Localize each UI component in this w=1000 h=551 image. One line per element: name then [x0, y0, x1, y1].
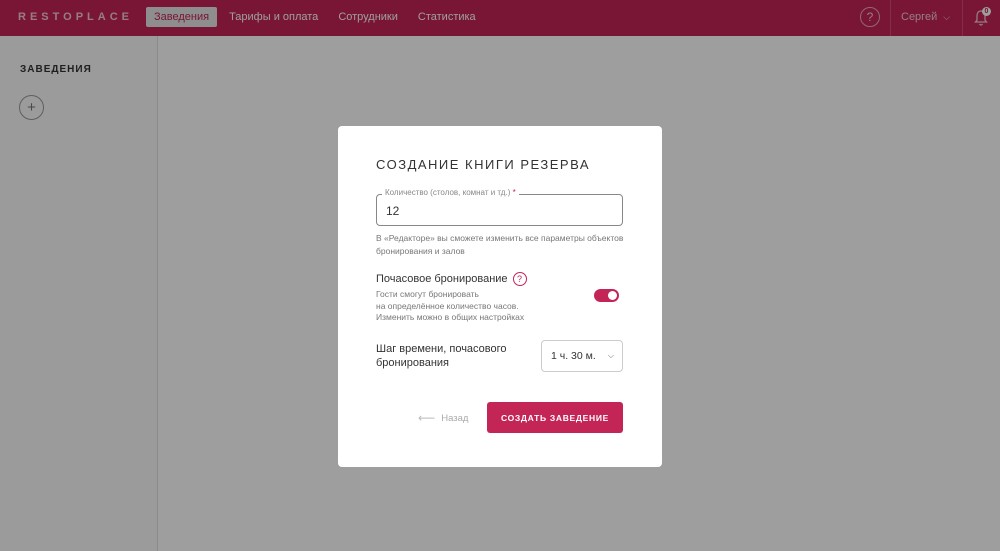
time-step-label: Шаг времени, почасового бронирования	[376, 343, 507, 369]
modal-title: СОЗДАНИЕ КНИГИ РЕЗЕРВА	[376, 157, 591, 172]
arrow-left-icon: ⟵	[418, 411, 436, 425]
required-mark: *	[512, 188, 516, 197]
description-line: Гости смогут бронировать	[376, 289, 479, 299]
time-step-select[interactable]: 1 ч. 30 м. ⌵	[541, 340, 623, 372]
quantity-field-label: Количество (столов, комнат и тд.) *	[382, 188, 519, 197]
create-venue-button[interactable]: СОЗДАТЬ ЗАВЕДЕНИЕ	[487, 402, 623, 433]
hourly-booking-label: Почасовое бронирование	[376, 273, 508, 285]
time-step-value: 1 ч. 30 м.	[551, 350, 596, 362]
back-label: Назад	[441, 412, 469, 424]
description-line: на определённое количество часов.	[376, 300, 519, 311]
hourly-booking-description: Гости смогут бронировать на определённое…	[376, 289, 576, 324]
description-line: Изменить можно в общих настройках	[376, 312, 525, 322]
chevron-down-icon: ⌵	[607, 351, 614, 360]
hourly-booking-toggle[interactable]	[594, 289, 619, 302]
quantity-field[interactable]: Количество (столов, комнат и тд.) *	[376, 188, 623, 226]
quantity-hint: В «Редакторе» вы сможете изменить все па…	[376, 233, 624, 256]
create-book-modal: СОЗДАНИЕ КНИГИ РЕЗЕРВА Количество (столо…	[338, 126, 662, 467]
toggle-knob	[608, 291, 617, 300]
back-button[interactable]: ⟵ Назад	[418, 411, 468, 425]
quantity-input[interactable]	[386, 204, 586, 218]
hourly-booking-title: Почасовое бронирование ?	[376, 272, 527, 286]
question-icon[interactable]: ?	[512, 272, 527, 286]
